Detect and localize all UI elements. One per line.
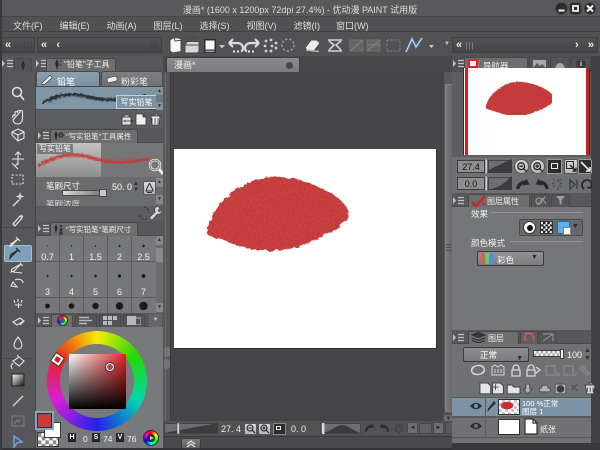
svg-text:0.7: 0.7 [41, 252, 54, 262]
svg-text:1.5: 1.5 [89, 252, 102, 262]
svg-text:7: 7 [141, 287, 146, 297]
svg-text:6: 6 [117, 287, 122, 297]
svg-text:1: 1 [69, 252, 74, 262]
svg-text:4: 4 [69, 287, 74, 297]
svg-text:3: 3 [45, 287, 50, 297]
svg-text:2.5: 2.5 [137, 252, 150, 262]
svg-text:2: 2 [117, 252, 122, 262]
svg-text:5: 5 [93, 287, 98, 297]
